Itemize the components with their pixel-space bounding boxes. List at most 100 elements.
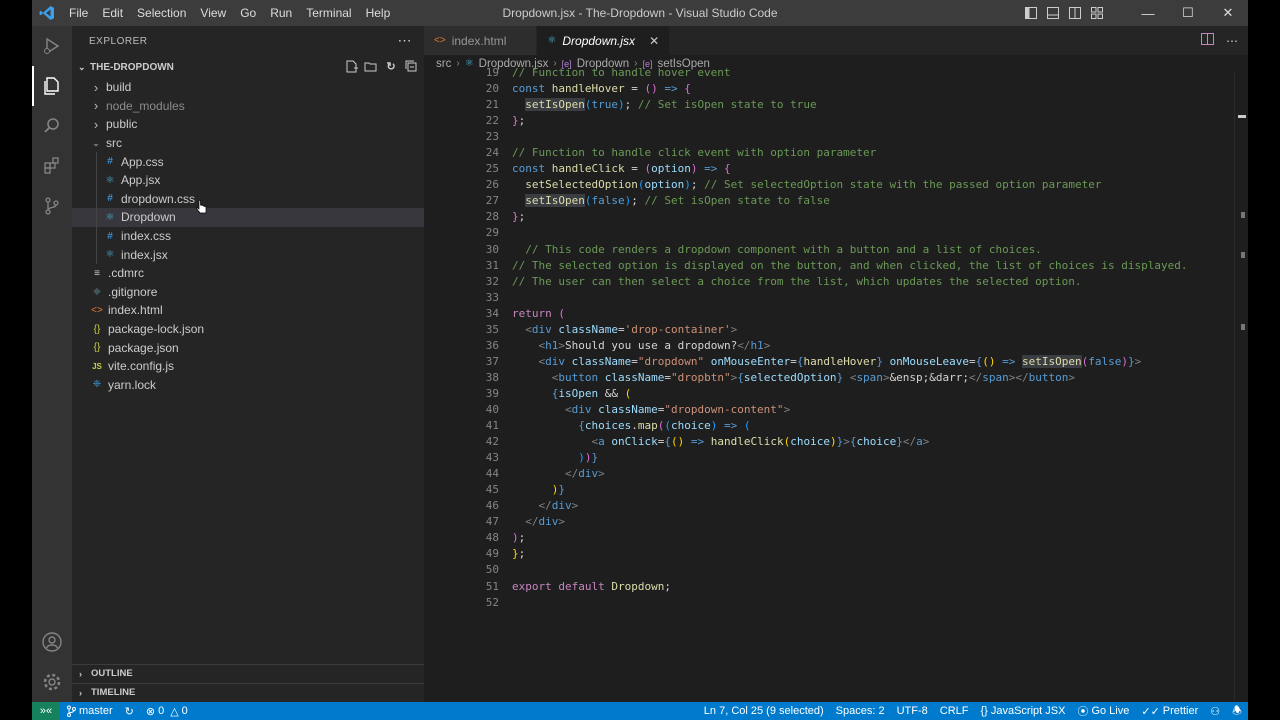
code-line[interactable]: 27 setIsOpen(false); // Set isOpen state… — [424, 193, 1248, 209]
line-ending[interactable]: CRLF — [934, 702, 975, 720]
tree-item[interactable]: › build — [72, 78, 424, 97]
new-folder-icon[interactable] — [364, 59, 378, 73]
code-line[interactable]: 33 — [424, 290, 1248, 306]
extensions-icon[interactable] — [32, 146, 72, 186]
branch-indicator[interactable]: master — [60, 702, 119, 720]
code-line[interactable]: 22}; — [424, 113, 1248, 129]
tree-item[interactable]: {} package-lock.json — [72, 320, 424, 339]
tab-dropdown-jsx[interactable]: ⚛ Dropdown.jsx ✕ — [537, 26, 671, 55]
code-line[interactable]: 23 — [424, 129, 1248, 145]
toggle-sidebar-icon[interactable] — [1020, 0, 1042, 26]
code-line[interactable]: 44 </div> — [424, 466, 1248, 482]
code-line[interactable]: 51 export default Dropdown; — [424, 579, 1248, 595]
code-line[interactable]: 47 </div> — [424, 514, 1248, 530]
code-line[interactable]: 40 <div className="dropdown-content"> — [424, 402, 1248, 418]
code-line[interactable]: 29 — [424, 225, 1248, 241]
code-line[interactable]: 46 </div> — [424, 498, 1248, 514]
code-line[interactable]: 41 {choices.map((choice) => ( — [424, 418, 1248, 434]
more-actions-icon[interactable]: ⋯ — [398, 32, 413, 49]
code-line[interactable]: 50 — [424, 562, 1248, 578]
menu-item-view[interactable]: View — [193, 0, 233, 26]
code-line[interactable]: 42 <a onClick={() => handleClick(choice)… — [424, 434, 1248, 450]
close-icon[interactable]: ✕ — [649, 34, 659, 48]
code-line[interactable]: 38 <button className="dropbtn">{selected… — [424, 370, 1248, 386]
code-line[interactable]: 35 <div className='drop-container'> — [424, 322, 1248, 338]
tree-item[interactable]: # dropdown.css — [72, 189, 424, 209]
code-line[interactable]: 26 setSelectedOption(option); // Set sel… — [424, 177, 1248, 193]
toggle-panel-icon[interactable] — [1042, 0, 1064, 26]
feedback-icon[interactable]: ⚇ — [1204, 702, 1226, 720]
tree-item[interactable]: # App.css — [72, 152, 424, 171]
code-line[interactable]: 36 <h1>Should you use a dropdown?</h1> — [424, 338, 1248, 354]
settings-gear-icon[interactable] — [32, 662, 72, 702]
tree-item[interactable]: JS vite.config.js — [72, 357, 424, 376]
cursor-position[interactable]: Ln 7, Col 25 (9 selected) — [698, 702, 830, 720]
code-line[interactable]: 43 ))} — [424, 450, 1248, 466]
tab-index-html[interactable]: <> index.html — [424, 26, 538, 55]
editor-scrollbar[interactable] — [1234, 72, 1248, 702]
go-live-button[interactable]: ⦿ Go Live — [1071, 702, 1135, 720]
code-line[interactable]: 21 setIsOpen(true); // Set isOpen state … — [424, 97, 1248, 113]
source-control-icon[interactable] — [32, 186, 72, 226]
tree-item[interactable]: ⚛ App.jsx — [72, 170, 424, 190]
code-line[interactable]: 48); — [424, 530, 1248, 546]
menu-item-edit[interactable]: Edit — [95, 0, 130, 26]
code-line[interactable]: 52 — [424, 595, 1248, 611]
problems-indicator[interactable]: ⊗ 0 △ 0 — [140, 702, 194, 720]
outline-section[interactable]: › OUTLINE — [72, 664, 424, 682]
run-debug-icon[interactable] — [32, 26, 72, 66]
tree-item[interactable]: › node_modules — [72, 97, 424, 116]
prettier-button[interactable]: ✓✓ Prettier — [1135, 702, 1204, 720]
code-line[interactable]: 28}; — [424, 209, 1248, 225]
code-editor[interactable]: 19 // Function to handle hover event 20 con… — [424, 66, 1248, 611]
new-file-icon[interactable] — [344, 59, 358, 73]
project-root[interactable]: ⌄ THE-DROPDOWN ↻ — [72, 56, 424, 78]
code-line[interactable]: 45 )} — [424, 482, 1248, 498]
code-line[interactable]: 37 <div className="dropdown" onMouseEnte… — [424, 354, 1248, 370]
menu-item-help[interactable]: Help — [359, 0, 398, 26]
code-line[interactable]: 49}; — [424, 546, 1248, 562]
tree-item[interactable]: ⚛ index.jsx — [72, 245, 424, 264]
timeline-section[interactable]: › TIMELINE — [72, 683, 424, 701]
encoding[interactable]: UTF-8 — [891, 702, 934, 720]
collapse-all-icon[interactable] — [404, 59, 418, 73]
more-actions-icon[interactable]: ⋯ — [1226, 34, 1238, 48]
explorer-icon[interactable] — [32, 66, 72, 106]
menu-item-selection[interactable]: Selection — [130, 0, 193, 26]
code-line[interactable]: 19 // Function to handle hover event — [424, 65, 1248, 81]
indentation[interactable]: Spaces: 2 — [830, 702, 891, 720]
menu-item-run[interactable]: Run — [263, 0, 299, 26]
menu-item-go[interactable]: Go — [233, 0, 263, 26]
remote-icon[interactable]: »« — [32, 702, 60, 720]
code-line[interactable]: 39 {isOpen && ( — [424, 386, 1248, 402]
code-line[interactable]: 32 // The user can then select a choice f… — [424, 274, 1248, 290]
close-window-button[interactable]: ✕ — [1208, 0, 1248, 26]
toggle-secondary-sidebar-icon[interactable] — [1064, 0, 1086, 26]
code-line[interactable]: 20 const handleHover = () => { — [424, 81, 1248, 97]
language-mode[interactable]: {} JavaScript JSX — [974, 702, 1071, 720]
code-line[interactable]: 24 // Function to handle click event with… — [424, 145, 1248, 161]
maximize-button[interactable]: ☐ — [1168, 0, 1208, 26]
code-line[interactable]: 30 // This code renders a dropdown compo… — [424, 242, 1248, 258]
search-icon[interactable] — [32, 106, 72, 146]
accounts-icon[interactable] — [32, 622, 72, 662]
refresh-icon[interactable]: ↻ — [384, 59, 398, 73]
tree-item[interactable]: {} package.json — [72, 338, 424, 357]
code-line[interactable]: 34 return ( — [424, 306, 1248, 322]
notifications-bell-icon[interactable]: 🕭 — [1226, 702, 1248, 720]
sync-icon[interactable]: ↻ — [119, 702, 140, 720]
minimize-button[interactable]: — — [1128, 0, 1168, 26]
tree-item[interactable]: ◆ .gitignore — [72, 283, 424, 302]
tree-item[interactable]: <> index.html — [72, 301, 424, 320]
split-editor-icon[interactable] — [1201, 33, 1214, 48]
tree-item[interactable]: ❈ yarn.lock — [72, 376, 424, 395]
tree-item[interactable]: ⌄ src — [72, 134, 424, 153]
customize-layout-icon[interactable] — [1086, 0, 1108, 26]
menu-item-file[interactable]: File — [62, 0, 95, 26]
code-line[interactable]: 25 const handleClick = (option) => { — [424, 161, 1248, 177]
tree-item[interactable]: # index.css — [72, 226, 424, 246]
code-line[interactable]: 31 // The selected option is displayed on… — [424, 258, 1248, 274]
tree-item[interactable]: › public — [72, 115, 424, 134]
tree-item[interactable]: ≡ .cdmrc — [72, 264, 424, 283]
tree-item[interactable]: ⚛ Dropdown — [72, 208, 424, 227]
